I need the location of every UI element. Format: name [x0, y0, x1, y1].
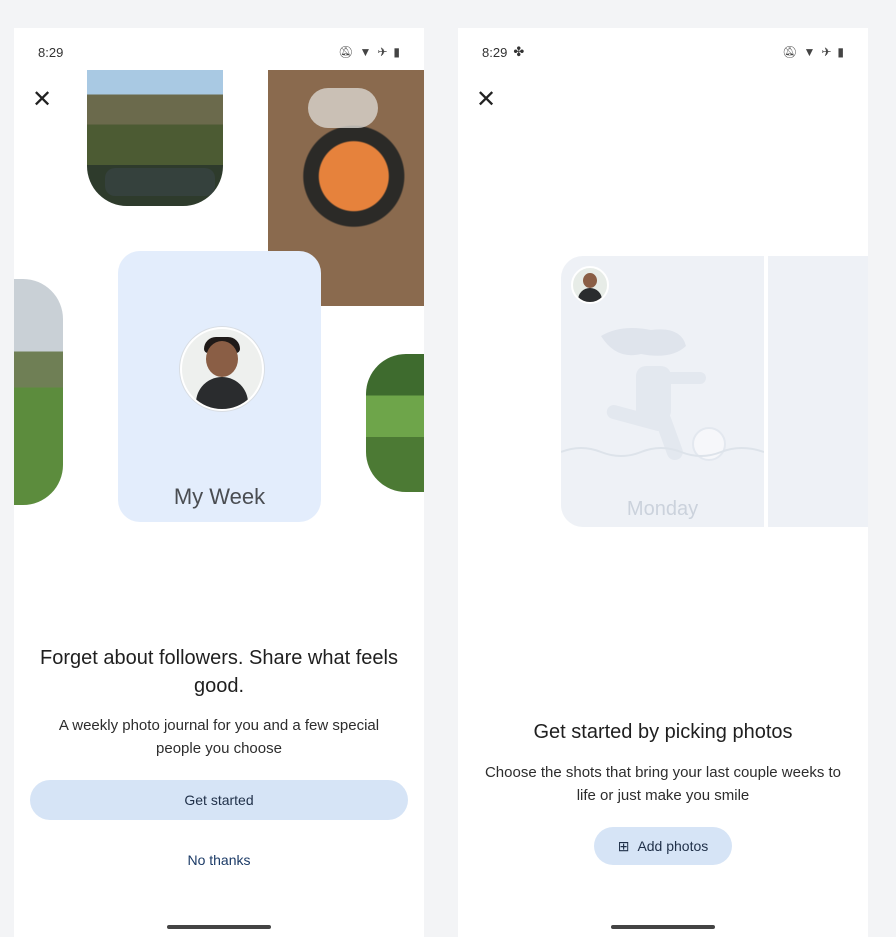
day-card: Monday — [561, 256, 764, 527]
get-started-button[interactable]: Get started — [30, 780, 408, 820]
avatar — [180, 327, 264, 411]
close-icon[interactable]: ✕ — [476, 88, 496, 112]
my-week-card: My Week — [118, 251, 321, 522]
status-bar: 8:29 ✤ 🔕︎ ▼ ✈︎ ▮ — [482, 42, 844, 62]
wifi-icon: ▼ — [803, 45, 816, 59]
no-thanks-button[interactable]: No thanks — [14, 852, 424, 868]
airplane-icon: ✈︎ — [821, 45, 832, 59]
status-time: 8:29 — [38, 44, 64, 60]
wifi-icon: ▼ — [359, 45, 372, 59]
home-indicator[interactable] — [167, 925, 271, 929]
onboarding-screen: 8:29 🔕︎ ▼ ✈︎ ▮ ✕ My Week Forget about fo… — [14, 28, 424, 937]
mute-icon: 🔕︎ — [782, 45, 798, 59]
photo-grass-shadow — [366, 354, 424, 492]
add-photo-icon: ⊞ — [617, 837, 630, 854]
photo-mountain-lake — [87, 70, 223, 206]
pick-photos-screen: 8:29 ✤ 🔕︎ ▼ ✈︎ ▮ ✕ Monday Get started by… — [458, 28, 868, 937]
battery-icon: ▮ — [837, 45, 844, 59]
day-label: Monday — [626, 498, 699, 520]
status-bar: 8:29 🔕︎ ▼ ✈︎ ▮ — [38, 42, 400, 62]
avatar — [571, 266, 609, 304]
pinwheel-icon: ✤ — [513, 44, 525, 59]
subtext: A weekly photo journal for you and a few… — [58, 717, 380, 757]
soccer-player-illustration — [561, 328, 764, 461]
card-title: My Week — [173, 484, 266, 509]
headline: Get started by picking photos — [533, 721, 793, 743]
close-icon[interactable]: ✕ — [32, 88, 52, 112]
next-day-card — [768, 256, 868, 527]
airplane-icon: ✈︎ — [377, 45, 388, 59]
home-indicator[interactable] — [611, 925, 715, 929]
status-time: 8:29 — [482, 44, 508, 60]
headline: Forget about followers. Share what feels… — [40, 647, 398, 697]
add-photos-button[interactable]: ⊞ Add photos — [594, 827, 732, 865]
subtext: Choose the shots that bring your last co… — [484, 764, 842, 804]
add-photos-label: Add photos — [637, 838, 709, 854]
mute-icon: 🔕︎ — [338, 45, 354, 59]
photo-park-chairs — [14, 279, 63, 505]
battery-icon: ▮ — [393, 45, 400, 59]
